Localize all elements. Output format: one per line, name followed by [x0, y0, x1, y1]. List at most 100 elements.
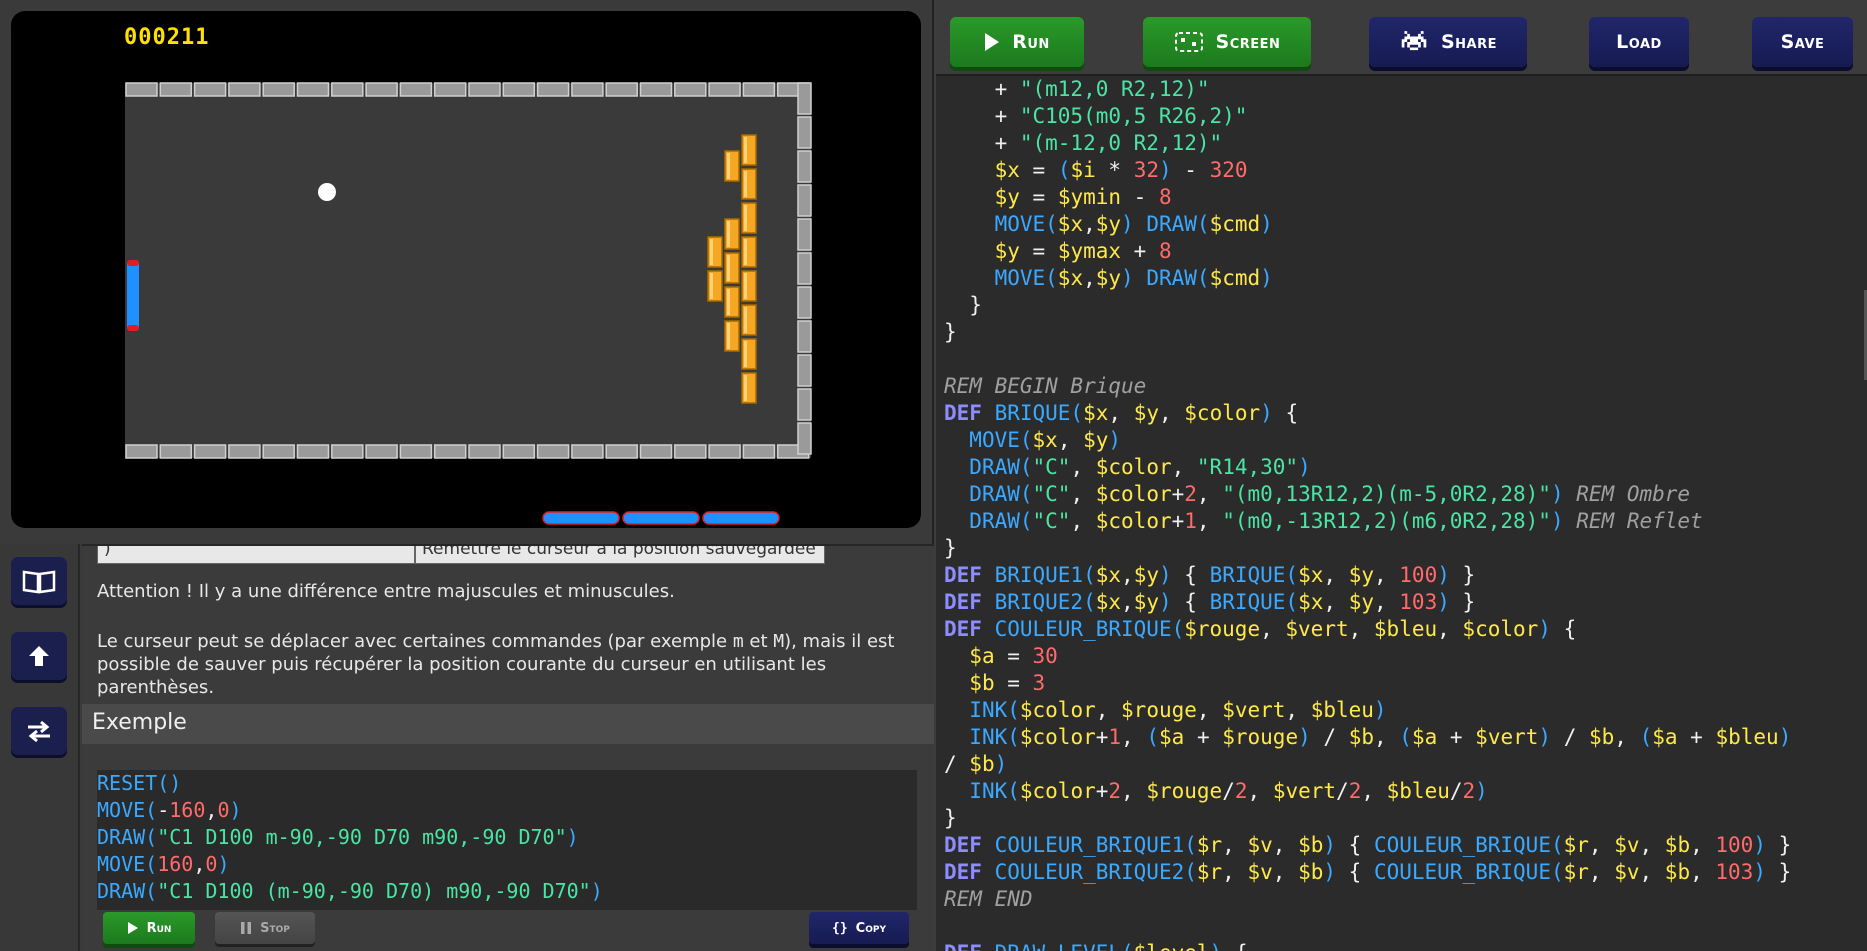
code-token: $rouge: [1121, 698, 1197, 722]
code-line: }: [944, 535, 1864, 562]
code-token: ,: [1108, 401, 1134, 425]
code-token: ,: [1361, 779, 1387, 803]
code-token: ): [1298, 455, 1311, 479]
code-token: $a: [1159, 725, 1185, 749]
example-copy-button[interactable]: {} Copy: [809, 912, 909, 944]
wall-block-right: [797, 116, 812, 149]
doc-table-row: ) Remettre le curseur à la position sauv…: [97, 546, 825, 564]
code-token: /: [944, 752, 970, 776]
cursor-paragraph: Le curseur peut se déplacer avec certain…: [97, 630, 934, 699]
code-token: ,: [1285, 698, 1311, 722]
brick-highlight: [727, 323, 730, 349]
code-token: 0: [205, 852, 218, 876]
code-token: $x: [1095, 590, 1122, 614]
code-token: $color: [1095, 482, 1172, 506]
code-line: $y = $ymin - 8: [944, 184, 1864, 211]
brick-highlight: [744, 171, 747, 197]
code-token: ,: [1121, 725, 1147, 749]
code-token: $cmd: [1209, 212, 1261, 236]
braces-icon: {}: [832, 920, 848, 936]
screen-button[interactable]: Screen: [1143, 17, 1311, 67]
code-token: +: [1184, 725, 1223, 749]
code-token: INK(: [969, 698, 1020, 722]
screen-icon: [1174, 32, 1203, 52]
example-stop-button[interactable]: Stop: [215, 912, 315, 944]
player-paddle: [127, 260, 139, 331]
code-token: ): [590, 879, 603, 903]
code-token: DEF: [944, 860, 995, 884]
para-text-and: et: [743, 631, 774, 652]
wall-block-bottom: [708, 444, 741, 459]
code-token: +: [944, 77, 1020, 101]
example-run-button[interactable]: Run: [103, 912, 195, 944]
upload-icon: [29, 646, 49, 666]
code-token: ): [1437, 563, 1450, 587]
code-editor[interactable]: + "(m12,0 R2,12)" + "C105(m0,5 R26,2)" +…: [944, 76, 1864, 951]
wall-block-top: [433, 82, 467, 97]
code-line: DRAW("C", $color, "R14,30"): [944, 454, 1864, 481]
brick-highlight: [744, 273, 747, 299]
brick-highlight: [727, 289, 730, 315]
wall-block-bottom: [228, 444, 261, 459]
code-token: $bleu: [1310, 698, 1374, 722]
share-button[interactable]: Share: [1369, 17, 1527, 67]
code-token: DRAW_LEVEL(: [995, 941, 1134, 951]
code-token: (: [1146, 725, 1159, 749]
code-token: ,: [1373, 725, 1400, 749]
swap-button[interactable]: [11, 707, 67, 755]
code-token: $y: [1133, 590, 1159, 614]
code-token: *: [1095, 158, 1134, 182]
code-token: ,: [1095, 698, 1122, 722]
score-display: 000211: [124, 25, 210, 50]
life-indicator: [542, 511, 620, 525]
code-token: -: [1171, 158, 1210, 182]
code-line: DEF DRAW_LEVEL($level) {: [944, 940, 1864, 951]
wall-block-top: [365, 82, 398, 97]
paddle-cap-bottom: [127, 325, 139, 331]
wall-block-right: [797, 286, 812, 319]
code-token: $a: [969, 644, 995, 668]
brick-highlight: [727, 221, 730, 247]
code-line: $x = ($i * 32) - 320: [944, 157, 1864, 184]
code-token: ,: [1070, 509, 1096, 533]
code-token: ,: [1260, 617, 1286, 641]
code-token: "R14,30": [1196, 455, 1299, 479]
code-token: DEF: [944, 563, 995, 587]
code-token: COULEUR_BRIQUE2(: [994, 860, 1197, 884]
code-token: MOVE(: [969, 428, 1033, 452]
code-token: }: [1449, 590, 1476, 614]
book-button[interactable]: [11, 557, 67, 605]
table-cell-description: Remettre le curseur à la position sauveg…: [415, 546, 825, 564]
code-token: $bleu: [1373, 617, 1438, 641]
code-token: $y: [1348, 563, 1374, 587]
code-token: MOVE(: [994, 212, 1058, 236]
code-token: $x: [994, 158, 1020, 182]
code-token: DRAW(: [969, 455, 1033, 479]
scroll-top-button[interactable]: [11, 632, 67, 680]
code-token: ,: [1639, 860, 1665, 884]
code-line: DEF COULEUR_BRIQUE2($r, $v, $b) { COULEU…: [944, 859, 1864, 886]
example-code[interactable]: RESET() MOVE(-160,0) DRAW("C1 D100 m-90,-9…: [97, 770, 917, 910]
code-token: ): [1437, 590, 1450, 614]
code-token: ): [1538, 725, 1552, 749]
code-token: "C": [1032, 482, 1071, 506]
code-token: {: [1222, 941, 1248, 951]
game-screen[interactable]: 000211: [11, 11, 921, 528]
run-button[interactable]: Run: [950, 17, 1084, 67]
code-line: DRAW("C", $color+1, "(m0,-13R12,2)(m6,0R…: [944, 508, 1864, 535]
code-line: DEF BRIQUE1($x,$y) { BRIQUE($x, $y, 100)…: [944, 562, 1864, 589]
code-line: DRAW("C1 D100 (m-90,-90 D70) m90,-90 D70…: [97, 878, 917, 905]
left-panel: 000211 ) Remettre le curseur à la positi…: [0, 0, 934, 951]
code-token: ): [1210, 941, 1223, 951]
code-token: ): [1121, 266, 1147, 290]
save-button[interactable]: Save: [1752, 17, 1853, 67]
code-token: }: [944, 536, 957, 560]
code-token: $v: [1247, 833, 1273, 857]
wall-block-bottom: [674, 444, 707, 459]
load-button[interactable]: Load: [1589, 17, 1689, 67]
wall-block-top: [674, 82, 707, 97]
code-token: $bleu: [1386, 779, 1450, 803]
